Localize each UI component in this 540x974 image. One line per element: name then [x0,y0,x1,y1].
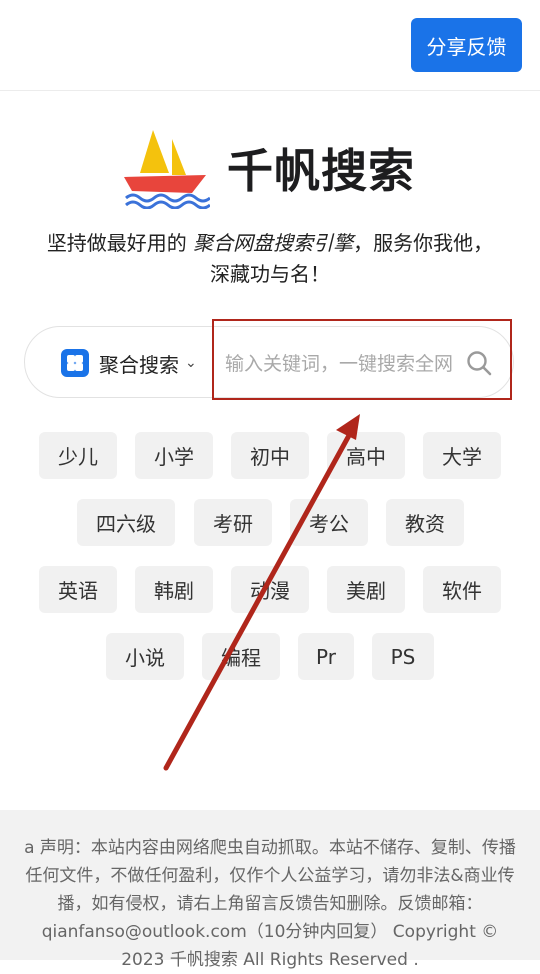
tag-item[interactable]: 考研 [194,499,272,546]
search-mode-label: 聚合搜索 [99,352,179,377]
tag-item[interactable]: PS [372,633,434,680]
tag-item[interactable]: 小学 [135,432,213,479]
tag-item[interactable]: 初中 [231,432,309,479]
tag-item[interactable]: 四六级 [77,499,175,546]
sailboat-logo-icon [124,130,210,209]
tag-item[interactable]: 英语 [39,566,117,613]
tag-item[interactable]: 编程 [202,633,280,680]
disclaimer-text: a 声明：本站内容由网络爬虫自动抓取。本站不储存、复制、传播任何文件，不做任何盈… [24,838,516,970]
footer: a 声明：本站内容由网络爬虫自动抓取。本站不储存、复制、传播任何文件，不做任何盈… [0,810,540,970]
tag-item[interactable]: 考公 [290,499,368,546]
tag-item[interactable]: Pr [298,633,354,680]
tag-item[interactable]: 动漫 [231,566,309,613]
tag-item[interactable]: 软件 [423,566,501,613]
feedback-button[interactable]: 分享反馈 [411,18,522,72]
search-mode-select[interactable]: 聚合搜索 ⌄ [61,349,197,377]
chevron-down-icon: ⌄ [185,355,197,371]
tagline: 坚持做最好用的 聚合网盘搜索引擎，服务你我他，深藏功与名！ [46,231,494,286]
annotation-highlight-box [212,319,512,400]
top-bar: 分享反馈 [0,0,540,91]
tag-item[interactable]: 大学 [423,432,501,479]
tagline-emphasis: 聚合网盘搜索引擎 [193,231,354,255]
brand-name: 千帆搜索 [227,144,415,198]
tag-item[interactable]: 少儿 [39,432,117,479]
tag-item[interactable]: 教资 [386,499,464,546]
tag-item[interactable]: 美剧 [327,566,405,613]
tag-item[interactable]: 小说 [106,633,184,680]
tag-item[interactable]: 高中 [327,432,405,479]
grid-icon [61,349,89,377]
tag-item[interactable]: 韩剧 [135,566,213,613]
